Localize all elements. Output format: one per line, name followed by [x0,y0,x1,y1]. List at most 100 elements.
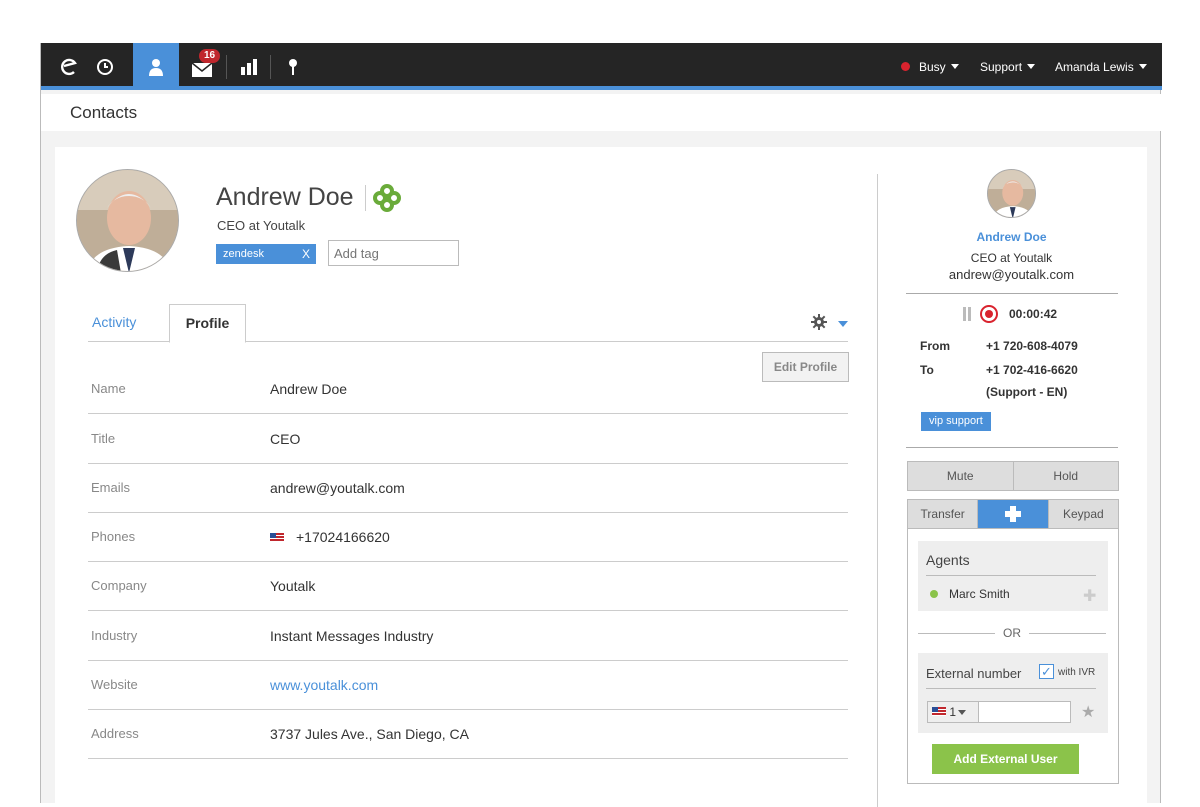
contacts-icon[interactable] [133,43,179,90]
divider [926,688,1096,689]
divider [926,575,1096,576]
clock-icon[interactable] [89,43,121,90]
panel-divider [877,174,878,807]
transfer-button[interactable]: Transfer [908,500,977,528]
tab-profile[interactable]: Profile [169,304,246,343]
call-timer: 00:00:42 [1009,307,1058,321]
field-label: Phones [91,529,136,544]
phone-number: +17024166620 [296,529,390,545]
contact-card: Andrew Doe CEO at Youtalk zendesk X Acti… [55,147,1147,807]
gear-icon[interactable] [811,314,827,335]
external-number-section: External number ✓ with IVR 1 ★ [918,653,1108,733]
team-label: Support [980,59,1023,74]
field-label: Name [91,381,126,396]
caller-avatar [987,169,1036,218]
user-menu[interactable]: Amanda Lewis [1055,43,1147,90]
profile-row-phones: Phones +17024166620 [88,513,848,562]
country-code-select[interactable]: 1 [927,701,979,723]
divider [906,447,1118,448]
field-label: Emails [91,480,131,495]
or-label: OR [1003,626,1021,640]
website-link[interactable]: www.youtalk.com [270,677,378,693]
top-navbar: 16 Busy Support Amanda Lewis [41,43,1162,90]
add-agent-icon[interactable]: ✚ [1083,586,1096,606]
hold-button[interactable]: Hold [1012,462,1119,490]
profile-tabs: Activity Profile [88,304,848,343]
divider [918,633,995,634]
star-icon[interactable]: ★ [1081,702,1095,722]
mail-count-badge: 16 [199,49,221,63]
status-label: Busy [919,59,946,74]
company-logo-icon [373,184,401,217]
add-participant-panel: Agents Marc Smith ✚ OR External number ✓… [907,529,1119,784]
to-number: +1 702-416-6620 [986,363,1078,377]
profile-row-website: Website www.youtalk.com [88,661,848,710]
tab-activity[interactable]: Activity [92,314,136,330]
agent-name: Marc Smith [949,587,1010,601]
field-value: Instant Messages Industry [270,628,434,644]
us-flag-icon [932,707,946,717]
status-dot-icon [901,62,910,71]
chevron-down-icon [1138,64,1147,69]
agents-section: Agents Marc Smith ✚ [918,541,1108,611]
profile-row-address: Address 3737 Jules Ave., San Diego, CA [88,710,848,759]
from-number: +1 720-608-4079 [986,339,1078,353]
add-tag-input[interactable] [328,240,459,266]
tag-chip[interactable]: zendesk X [216,244,316,264]
profile-row-name: Name Andrew Doe [88,365,848,414]
to-label: To [920,363,934,377]
field-label: Company [91,578,147,593]
field-value: 3737 Jules Ave., San Diego, CA [270,726,469,742]
mail-button[interactable]: 16 [181,43,223,90]
field-value: Andrew Doe [270,381,348,397]
online-status-icon [930,590,938,598]
contact-name: Andrew Doe [216,183,354,211]
field-value-phone: +17024166620 [270,529,390,545]
remove-tag-button[interactable]: X [302,244,310,264]
profile-row-industry: Industry Instant Messages Industry [88,612,848,661]
nav-divider [226,55,227,79]
field-value: CEO [270,431,301,447]
chevron-down-icon [1027,64,1036,69]
field-label: Address [91,726,139,741]
agents-heading: Agents [926,552,970,568]
field-label: Website [91,677,138,692]
keypad-button[interactable]: Keypad [1047,500,1118,528]
chevron-down-icon[interactable] [838,321,848,327]
nav-divider [270,55,271,79]
pin-icon[interactable] [275,43,311,90]
add-external-user-button[interactable]: Add External User [932,744,1079,774]
field-value: andrew@youtalk.com [270,480,405,496]
name-divider [365,185,366,211]
field-value: Youtalk [270,578,316,594]
caller-name[interactable]: Andrew Doe [905,230,1118,244]
pause-icon[interactable] [962,307,972,326]
mute-button[interactable]: Mute [908,462,1013,490]
us-flag-icon [270,532,284,542]
status-dropdown[interactable]: Busy [901,43,959,90]
with-ivr-label: with IVR [1058,667,1096,678]
contact-avatar [76,169,179,272]
profile-row-company: Company Youtalk [88,562,848,611]
logo-icon[interactable] [51,43,87,90]
team-dropdown[interactable]: Support [980,43,1036,90]
stats-icon[interactable] [231,43,267,90]
add-participant-button[interactable] [977,500,1048,528]
profile-row-emails: Emails andrew@youtalk.com [88,464,848,513]
call-panel: Andrew Doe CEO at Youtalk andrew@youtalk… [905,147,1120,807]
app-window: 16 Busy Support Amanda Lewis Contacts An… [40,43,1162,807]
to-queue: (Support - EN) [986,385,1068,399]
field-label: Title [91,431,116,446]
contact-subtitle: CEO at Youtalk [217,218,306,233]
divider [906,293,1118,294]
external-number-input[interactable] [978,701,1071,723]
caller-subtitle: CEO at Youtalk [970,251,1053,265]
with-ivr-checkbox[interactable]: ✓ [1039,664,1054,679]
record-icon[interactable] [980,305,998,323]
plus-icon [1004,506,1021,522]
profile-row-title: Title CEO [88,415,848,464]
user-name: Amanda Lewis [1055,59,1134,74]
external-heading: External number [926,666,1022,681]
field-label: Industry [91,628,138,643]
page-header: Contacts [41,94,1162,131]
